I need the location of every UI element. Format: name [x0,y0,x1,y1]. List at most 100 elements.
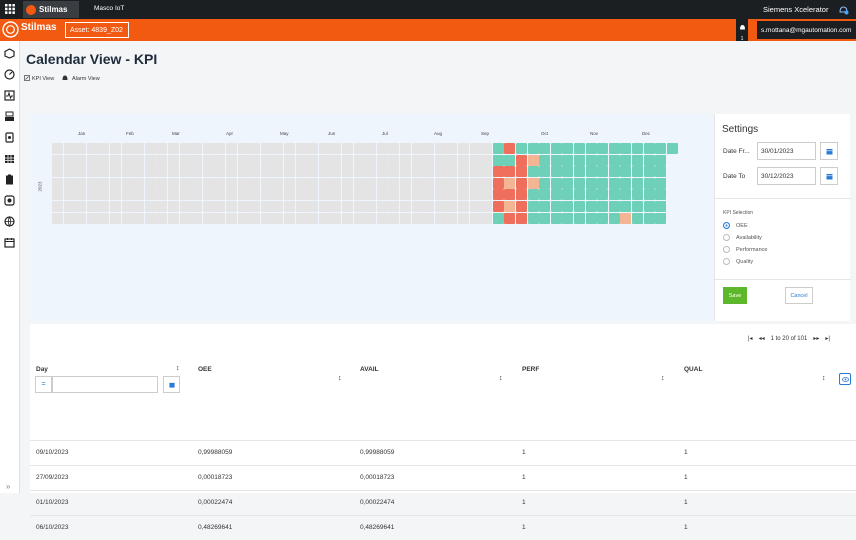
calendar-day-cell[interactable] [655,166,667,178]
calendar-day-cell[interactable] [214,189,226,201]
calendar-day-cell[interactable] [562,201,574,212]
calendar-day-cell[interactable] [365,189,377,201]
calendar-day-cell[interactable] [458,212,469,224]
calendar-day-cell[interactable] [98,189,110,201]
calendar-day-cell[interactable] [411,189,423,201]
calendar-day-cell[interactable] [620,201,632,212]
calendar-day-cell[interactable] [75,177,87,189]
calendar-day-cell[interactable] [516,177,527,189]
calendar-day-cell[interactable] [411,177,423,189]
calendar-day-cell[interactable] [260,166,272,178]
calendar-day-cell[interactable] [144,177,156,189]
calendar-day-cell[interactable] [376,154,388,166]
calendar-day-cell[interactable] [342,212,353,224]
calendar-day-cell[interactable] [86,212,98,224]
calendar-day-cell[interactable] [121,143,133,154]
calendar-day-cell[interactable] [63,212,75,224]
calendar-day-cell[interactable] [237,177,249,189]
calendar-day-cell[interactable] [179,212,191,224]
table-row[interactable]: 09/10/2023 0,99988059 0,99988059 1 1 [30,440,856,465]
calendar-day-cell[interactable] [156,177,168,189]
calendar-day-cell[interactable] [191,201,203,212]
calendar-day-cell[interactable] [585,143,597,154]
calendar-day-cell[interactable] [307,166,319,178]
calendar-day-cell[interactable] [98,154,110,166]
calendar-day-cell[interactable] [562,212,574,224]
calendar-day-cell[interactable] [562,143,574,154]
calendar-day-cell[interactable] [260,143,272,154]
calendar-day-cell[interactable] [144,166,156,178]
calendar-day-cell[interactable] [446,143,458,154]
calendar-day-cell[interactable] [434,189,446,201]
calendar-day-cell[interactable] [121,212,133,224]
calendar-day-cell[interactable] [260,177,272,189]
calendar-day-cell[interactable] [202,189,214,201]
calendar-day-cell[interactable] [110,154,121,166]
calendar-day-cell[interactable] [434,166,446,178]
calendar-day-cell[interactable] [98,201,110,212]
calendar-day-cell[interactable] [98,143,110,154]
calendar-day-cell[interactable] [655,154,667,166]
calendar-day-cell[interactable] [423,189,435,201]
calendar-day-cell[interactable] [272,201,284,212]
calendar-day-cell[interactable] [353,201,365,212]
calendar-day-cell[interactable] [562,166,574,178]
calendar-day-cell[interactable] [527,201,539,212]
calendar-day-cell[interactable] [260,189,272,201]
kpi-radio-availability[interactable]: Availability [723,234,762,241]
calendar-day-cell[interactable] [295,154,307,166]
calendar-day-cell[interactable] [411,201,423,212]
calendar-day-cell[interactable] [388,154,400,166]
calendar-day-cell[interactable] [75,166,87,178]
calendar-day-cell[interactable] [597,143,609,154]
calendar-day-cell[interactable] [295,177,307,189]
calendar-day-cell[interactable] [400,212,411,224]
calendar-day-cell[interactable] [353,154,365,166]
calendar-day-cell[interactable] [318,212,330,224]
calendar-day-cell[interactable] [121,154,133,166]
calendar-day-cell[interactable] [191,154,203,166]
calendar-day-cell[interactable] [75,212,87,224]
calendar-day-cell[interactable] [400,143,411,154]
nav-home-icon[interactable] [4,46,15,59]
calendar-day-cell[interactable] [458,189,469,201]
calendar-day-cell[interactable] [643,189,655,201]
calendar-day-cell[interactable] [585,212,597,224]
calendar-day-cell[interactable] [469,143,481,154]
calendar-day-cell[interactable] [318,177,330,189]
calendar-day-cell[interactable] [249,143,261,154]
calendar-day-cell[interactable] [318,166,330,178]
calendar-day-cell[interactable] [98,177,110,189]
calendar-day-cell[interactable] [110,189,121,201]
calendar-day-cell[interactable] [121,177,133,189]
calendar-day-cell[interactable] [620,212,632,224]
calendar-day-cell[interactable] [481,154,493,166]
calendar-day-cell[interactable] [434,177,446,189]
calendar-day-cell[interactable] [620,154,632,166]
calendar-day-cell[interactable] [237,143,249,154]
calendar-day-cell[interactable] [121,189,133,201]
calendar-day-cell[interactable] [307,177,319,189]
col-header-avail[interactable]: AVAIL [360,366,379,373]
calendar-day-cell[interactable] [191,189,203,201]
col-header-qual[interactable]: QUAL [684,366,702,373]
calendar-day-cell[interactable] [318,143,330,154]
calendar-day-cell[interactable] [539,177,551,189]
calendar-day-cell[interactable] [539,166,551,178]
calendar-day-cell[interactable] [550,143,562,154]
filter-operator[interactable]: = [35,376,52,393]
day-filter-input[interactable] [52,376,158,393]
calendar-day-cell[interactable] [86,143,98,154]
calendar-day-cell[interactable] [318,154,330,166]
calendar-day-cell[interactable] [52,166,63,178]
calendar-day-cell[interactable] [492,143,504,154]
calendar-day-cell[interactable] [98,166,110,178]
calendar-day-cell[interactable] [516,143,527,154]
calendar-day-cell[interactable] [574,143,585,154]
calendar-day-cell[interactable] [423,212,435,224]
calendar-day-cell[interactable] [237,212,249,224]
calendar-day-cell[interactable] [353,166,365,178]
calendar-day-cell[interactable] [133,154,145,166]
calendar-day-cell[interactable] [52,154,63,166]
nav-calendar-icon[interactable] [4,235,15,248]
